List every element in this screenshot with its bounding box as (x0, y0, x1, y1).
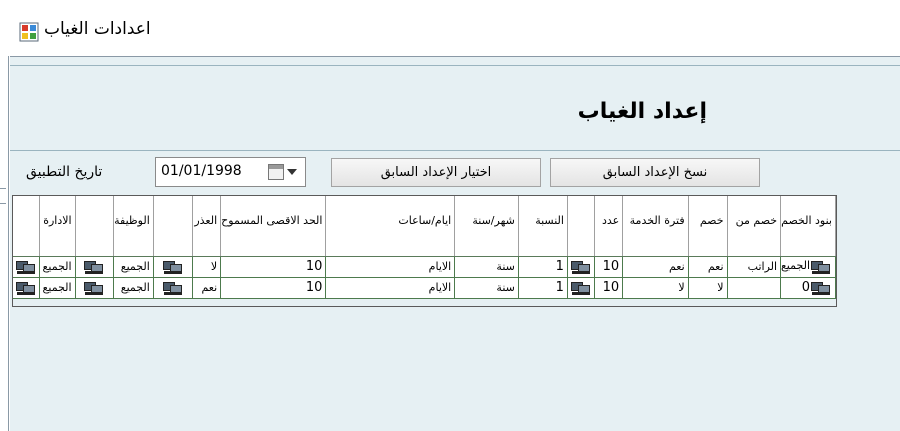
cell-deduct-from[interactable]: الراتب (727, 256, 782, 278)
col-header-service-period: فترة الخدمة (622, 196, 689, 257)
cell-job[interactable]: الجميع (113, 256, 154, 278)
col-header-row-button-1 (567, 196, 595, 257)
row-button-cell[interactable] (153, 277, 193, 299)
computers-icon[interactable] (83, 259, 105, 275)
col-header-days-hours: ايام/ساعات (325, 196, 456, 257)
col-header-row-button-3 (75, 196, 115, 257)
col-header-excuse: العذر (192, 196, 222, 257)
apply-date-label: تاريخ التطبيق (26, 164, 103, 180)
computers-icon[interactable] (15, 280, 37, 296)
col-header-month-year: شهر/سنة (454, 196, 519, 257)
row-button-cell[interactable] (567, 256, 595, 278)
left-edge (0, 56, 9, 431)
page-title: إعداد الغياب (577, 99, 707, 124)
window-title: اعدادات الغياب (44, 19, 151, 39)
copy-previous-setting-button[interactable]: نسخ الإعداد السابق (550, 158, 760, 187)
computers-icon[interactable] (162, 280, 184, 296)
window: اعدادات الغياب إعداد الغياب تاريخ التطبي… (0, 0, 900, 431)
cell-excuse[interactable]: نعم (192, 277, 222, 299)
cell-ratio[interactable]: 1 (518, 256, 568, 278)
cell-deduction-item-text: 0 (801, 279, 810, 295)
cell-month-year[interactable]: سنة (454, 277, 519, 299)
cell-count[interactable]: 10 (594, 256, 624, 278)
grid-header-row: الادارة الوظيفة العذر الحد الاقصى المسمو… (13, 196, 836, 257)
computers-icon[interactable] (162, 259, 184, 275)
row-button-cell[interactable] (153, 256, 193, 278)
computers-icon[interactable] (570, 259, 592, 275)
app-window-icon (19, 22, 39, 42)
select-previous-setting-button[interactable]: اختيار الإعداد السابق (331, 158, 541, 187)
cell-days-hours[interactable]: الايام (325, 277, 456, 299)
cell-job[interactable]: الجميع (113, 277, 154, 299)
col-header-row-button-2 (153, 196, 193, 257)
col-header-department: الادارة (39, 196, 76, 257)
col-header-deduct-from: خصم من (727, 196, 782, 257)
cell-service-period[interactable]: لا (622, 277, 689, 299)
grid-table: الادارة الوظيفة العذر الحد الاقصى المسمو… (13, 196, 836, 299)
col-header-row-button-4 (13, 196, 40, 257)
cell-deduct[interactable]: لا (688, 277, 728, 299)
cell-count[interactable]: 10 (594, 277, 624, 299)
calendar-icon[interactable] (268, 164, 284, 180)
cell-excuse[interactable]: لا (192, 256, 222, 278)
cell-deduction-item[interactable]: الجميع (780, 256, 836, 278)
col-header-deduction-items: بنود الخصم (780, 196, 836, 257)
row-button-cell[interactable] (567, 277, 595, 299)
col-header-max-allowed: الحد الاقصى المسموح (220, 196, 327, 257)
computers-icon[interactable] (810, 259, 832, 275)
computers-icon[interactable] (15, 259, 37, 275)
chevron-down-icon[interactable] (287, 169, 297, 175)
header-panel: إعداد الغياب (10, 65, 900, 151)
col-header-job: الوظيفة (113, 196, 154, 257)
computers-icon[interactable] (570, 280, 592, 296)
row-button-cell[interactable] (75, 256, 115, 278)
cell-deduction-item[interactable]: 0 (780, 277, 836, 299)
cell-days-hours[interactable]: الايام (325, 256, 456, 278)
cell-deduct-from[interactable] (727, 277, 782, 299)
cell-max-allowed[interactable]: 10 (220, 256, 327, 278)
cell-deduction-item-text: الجميع (780, 258, 810, 272)
left-edge-marker (0, 188, 6, 204)
row-button-cell[interactable] (75, 277, 115, 299)
cell-month-year[interactable]: سنة (454, 256, 519, 278)
computers-icon[interactable] (810, 280, 832, 296)
cell-department[interactable]: الجميع (39, 256, 76, 278)
cell-ratio[interactable]: 1 (518, 277, 568, 299)
title-bar: اعدادات الغياب (0, 0, 900, 56)
form-client-area: إعداد الغياب تاريخ التطبيق 01/01/1998 اخ… (10, 56, 900, 431)
apply-date-picker[interactable]: 01/01/1998 (155, 157, 306, 187)
col-header-count: عدد (594, 196, 624, 257)
cell-deduct[interactable]: نعم (688, 256, 728, 278)
table-row[interactable]: الجميع الجميع لا 10 الايام سنة 1 10 نعم … (13, 256, 836, 278)
absence-settings-grid[interactable]: الادارة الوظيفة العذر الحد الاقصى المسمو… (12, 195, 837, 307)
apply-date-value[interactable]: 01/01/1998 (161, 163, 242, 179)
cell-max-allowed[interactable]: 10 (220, 277, 327, 299)
table-row[interactable]: الجميع الجميع نعم 10 الايام سنة 1 10 لا … (13, 277, 836, 299)
col-header-deduct: خصم (688, 196, 728, 257)
row-button-cell[interactable] (13, 277, 40, 299)
cell-department[interactable]: الجميع (39, 277, 76, 299)
col-header-ratio: النسبة (518, 196, 568, 257)
row-button-cell[interactable] (13, 256, 40, 278)
computers-icon[interactable] (83, 280, 105, 296)
cell-service-period[interactable]: نعم (622, 256, 689, 278)
